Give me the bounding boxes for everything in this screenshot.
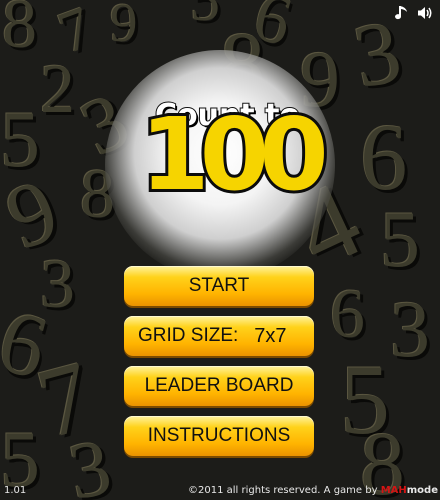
brand-part2: mode <box>406 485 438 496</box>
start-button[interactable]: START <box>124 266 314 306</box>
grid-size-label: GRID SIZE: <box>138 325 239 346</box>
leader-board-button[interactable]: LEADER BOARD <box>124 366 314 406</box>
bg-digit: 8 <box>2 0 37 63</box>
bg-digit: 5 <box>190 0 220 33</box>
instructions-label: INSTRUCTIONS <box>147 425 291 446</box>
bg-digit: 9 <box>110 0 138 53</box>
bg-digit: 6 <box>330 276 365 353</box>
sound-controls <box>394 4 434 22</box>
music-note-icon[interactable] <box>394 4 412 22</box>
bg-digit: 5 <box>380 196 420 284</box>
speaker-icon[interactable] <box>416 4 434 22</box>
copyright-footer: ©2011 all rights reserved. A game by MAH… <box>188 485 438 496</box>
bg-digit: 2 <box>40 51 75 128</box>
start-button-label: START <box>188 275 250 296</box>
brand-link[interactable]: MAHmode <box>381 485 438 496</box>
copyright-text: ©2011 all rights reserved. A game by <box>188 485 378 496</box>
game-screen: 8 7 9 5 6 8 9 3 2 5 3 6 9 8 4 5 3 6 6 3 … <box>0 0 440 500</box>
bg-digit: 6 <box>360 104 408 210</box>
title-number: 100 <box>137 96 332 213</box>
version-label: 1.01 <box>4 485 27 496</box>
grid-size-button[interactable]: GRID SIZE: 7x7 <box>124 316 314 356</box>
brand-part1: MAH <box>380 485 407 496</box>
leader-board-label: LEADER BOARD <box>144 375 294 396</box>
instructions-button[interactable]: INSTRUCTIONS <box>124 416 314 456</box>
bg-digit: 3 <box>390 286 430 374</box>
bg-digit: 3 <box>62 423 118 500</box>
grid-size-value: 7x7 <box>254 324 287 347</box>
